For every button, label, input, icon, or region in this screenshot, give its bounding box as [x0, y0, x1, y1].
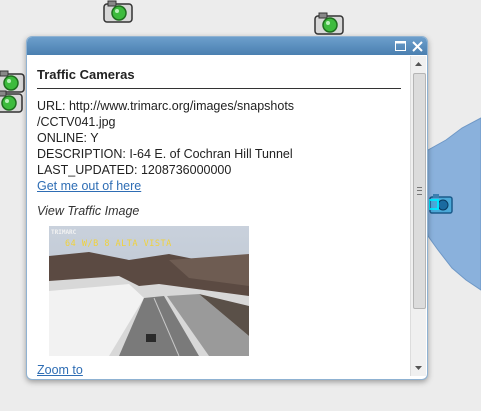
popup-title: Traffic Cameras	[37, 67, 401, 89]
info-popup[interactable]: Traffic Cameras URL: http://www.trimarc.…	[26, 36, 428, 380]
camera-marker[interactable]	[313, 12, 347, 38]
traffic-camera-icon	[0, 90, 23, 113]
scrollbar-thumb[interactable]	[413, 73, 426, 309]
attr-last-updated: LAST_UPDATED: 1208736000000	[37, 163, 232, 177]
selected-camera-icon	[428, 194, 453, 214]
traffic-camera-icon	[314, 12, 344, 35]
scroll-up-arrow-icon	[415, 62, 422, 66]
close-icon	[411, 40, 423, 52]
scroll-up-button[interactable]	[411, 56, 426, 72]
camera-overlay-text: 64 W/B 8 ALTA VISTA	[65, 239, 172, 249]
scroll-down-button[interactable]	[411, 360, 426, 376]
popup-content[interactable]: Traffic Cameras URL: http://www.trimarc.…	[27, 55, 411, 361]
popup-footer: Zoom to	[37, 363, 83, 377]
scroll-down-arrow-icon	[415, 366, 422, 370]
selected-camera-marker[interactable]	[428, 194, 457, 218]
traffic-camera-icon	[103, 0, 133, 23]
camera-marker[interactable]	[102, 0, 136, 26]
traffic-camera-image[interactable]: TRIMARC 64 W/B 8 ALTA VISTA	[49, 226, 249, 356]
get-out-link[interactable]: Get me out of here	[37, 179, 141, 193]
attribute-list: URL: http://www.trimarc.org/images/snaps…	[37, 98, 401, 194]
attr-url: URL: http://www.trimarc.org/images/snaps…	[37, 99, 295, 113]
zoom-to-link[interactable]: Zoom to	[37, 363, 83, 377]
popup-header[interactable]	[27, 37, 427, 55]
camera-logo-text: TRIMARC	[51, 229, 77, 236]
maximize-button[interactable]	[393, 39, 407, 53]
close-button[interactable]	[410, 39, 424, 53]
maximize-icon	[394, 41, 406, 51]
scrollbar-grip-icon	[417, 187, 422, 195]
camera-marker[interactable]	[0, 90, 26, 116]
image-caption: View Traffic Image	[37, 204, 140, 218]
attr-url-continued: /CCTV041.jpg	[37, 115, 116, 129]
attr-description: DESCRIPTION: I-64 E. of Cochran Hill Tun…	[37, 147, 293, 161]
attr-online: ONLINE: Y	[37, 131, 99, 145]
popup-scrollbar[interactable]	[410, 56, 426, 376]
